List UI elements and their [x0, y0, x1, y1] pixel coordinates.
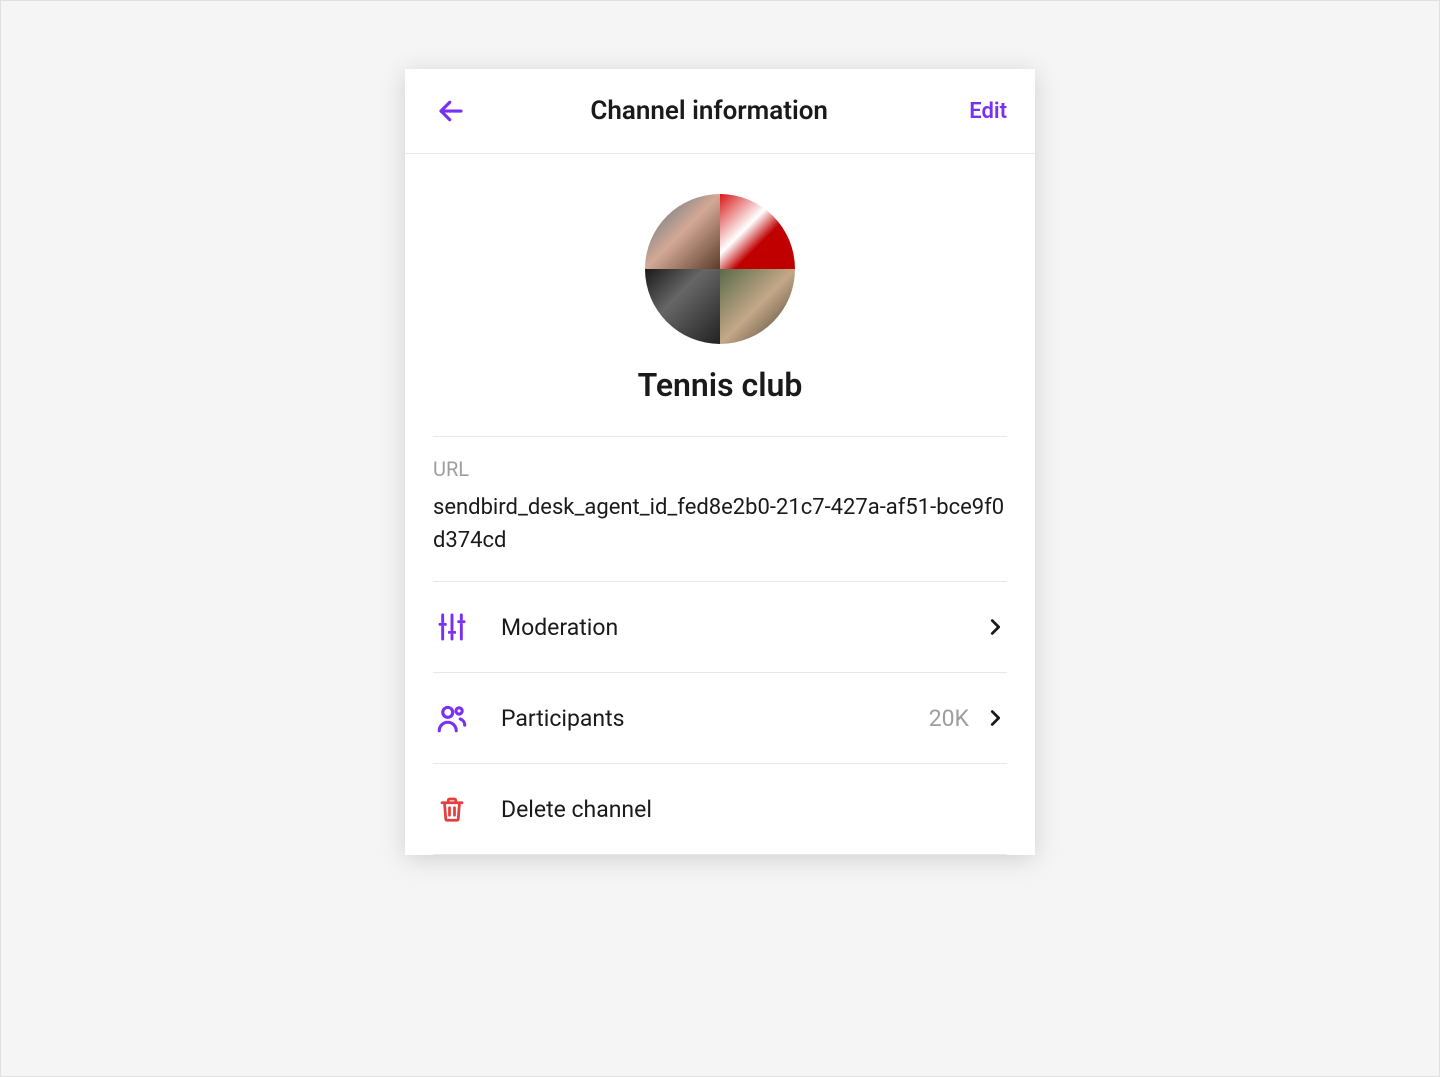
- trash-icon: [433, 790, 471, 828]
- participants-item[interactable]: Participants 20K: [433, 673, 1007, 763]
- avatar-quadrant: [645, 269, 720, 344]
- header: Channel information Edit: [405, 69, 1035, 154]
- avatar-quadrant: [645, 194, 720, 269]
- edit-button[interactable]: Edit: [969, 99, 1007, 124]
- moderation-label: Moderation: [501, 614, 983, 641]
- chevron-right-icon: [983, 615, 1007, 639]
- people-icon: [433, 699, 471, 737]
- participants-count: 20K: [929, 705, 969, 732]
- delete-channel-item[interactable]: Delete channel: [433, 764, 1007, 854]
- moderation-item[interactable]: Moderation: [433, 582, 1007, 672]
- url-value: sendbird_desk_agent_id_fed8e2b0-21c7-427…: [433, 491, 1007, 557]
- sliders-icon: [433, 608, 471, 646]
- chevron-right-icon: [983, 706, 1007, 730]
- divider: [433, 854, 1007, 855]
- channel-name: Tennis club: [433, 366, 1007, 404]
- page-title: Channel information: [449, 96, 969, 126]
- avatar-quadrant: [720, 269, 795, 344]
- delete-channel-label: Delete channel: [501, 796, 1007, 823]
- url-label: URL: [433, 457, 1007, 481]
- channel-avatar: [645, 194, 795, 344]
- avatar-quadrant: [720, 194, 795, 269]
- participants-label: Participants: [501, 705, 929, 732]
- url-section: URL sendbird_desk_agent_id_fed8e2b0-21c7…: [405, 437, 1035, 581]
- channel-hero: Tennis club: [405, 154, 1035, 436]
- channel-info-panel: Channel information Edit Tennis club URL…: [405, 69, 1035, 855]
